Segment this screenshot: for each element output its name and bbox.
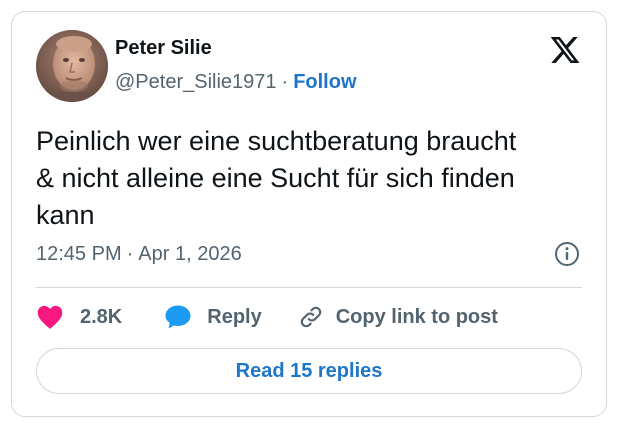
reply-bubble-icon [165,305,191,329]
avatar-photo [36,30,108,102]
divider [36,287,582,288]
info-icon[interactable] [553,240,581,268]
follow-button[interactable]: Follow [293,71,356,93]
reply-label: Reply [207,305,262,328]
action-bar: 2.8K Reply Copy link to post [36,302,498,332]
read-replies-label: Read 15 replies [235,359,383,382]
heart-icon [37,305,63,329]
author-name[interactable]: Peter Silie [115,37,212,60]
read-replies-button[interactable]: Read 15 replies [36,348,582,394]
avatar[interactable] [36,30,108,102]
tweet-card: Peter Silie @Peter_Silie1971 · Follow Pein… [11,11,607,417]
handle-separator: · [281,71,289,93]
reply-button[interactable]: Reply [164,304,262,330]
tweet-timestamp[interactable]: 12:45 PM · Apr 1, 2026 [36,243,242,266]
timestamp-separator: · [126,243,134,265]
tweet-time: 12:45 PM [36,243,122,265]
tweet-date: Apr 1, 2026 [138,243,242,265]
link-icon [300,306,321,328]
like-count: 2.8K [80,305,123,328]
x-logo-icon[interactable] [549,34,581,66]
copy-link-label: Copy link to post [335,305,498,328]
tweet-text: Peinlich wer eine suchtberatung braucht … [36,126,517,230]
copy-link-button[interactable]: Copy link to post [298,304,498,330]
like-button[interactable]: 2.8K [36,304,122,330]
author-handle[interactable]: @Peter_Silie1971 [115,71,277,93]
author-meta: @Peter_Silie1971 · Follow [115,71,357,94]
